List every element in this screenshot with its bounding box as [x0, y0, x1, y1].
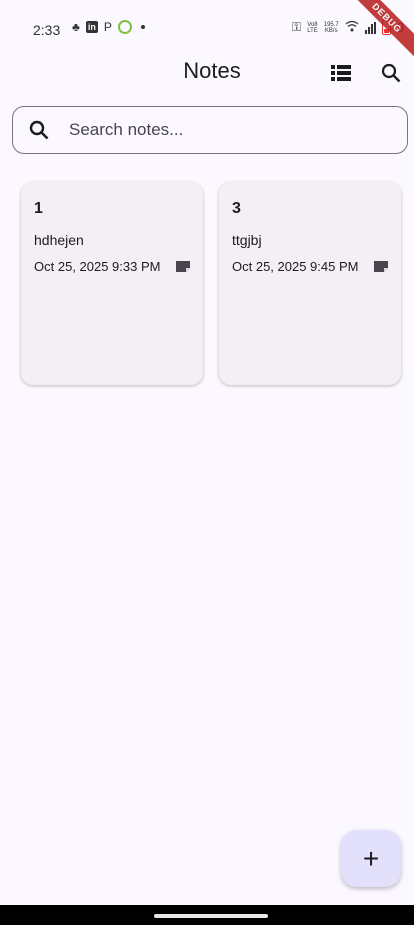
- note-date: Oct 25, 2025 9:45 PM: [232, 259, 359, 274]
- note-card[interactable]: 3 ttgjbj Oct 25, 2025 9:45 PM: [219, 182, 401, 385]
- dot-icon: [140, 25, 145, 29]
- snapchat-icon: ♣: [72, 20, 80, 34]
- note-card[interactable]: 1 hdhejen Oct 25, 2025 9:33 PM: [21, 182, 203, 385]
- note-meta: Oct 25, 2025 9:45 PM: [232, 259, 388, 274]
- system-nav-bar: [0, 905, 414, 925]
- list-view-icon: [331, 65, 351, 81]
- note-body: hdhejen: [34, 232, 84, 248]
- rec-icon: [117, 20, 132, 34]
- status-time: 2:33: [33, 22, 61, 38]
- note-meta: Oct 25, 2025 9:33 PM: [34, 259, 190, 274]
- volte-indicator: Vo8 LTE: [307, 21, 318, 34]
- note-icon: [175, 261, 190, 273]
- app-bar: Notes: [0, 48, 414, 98]
- note-title: 1: [34, 200, 43, 217]
- pinterest-icon: P: [103, 20, 112, 34]
- vpn-key-icon: ⚿: [292, 20, 302, 34]
- search-icon: [27, 118, 51, 142]
- search-input[interactable]: [67, 119, 371, 141]
- note-title: 3: [232, 200, 241, 217]
- add-note-button[interactable]: +: [341, 830, 401, 887]
- add-icon: +: [362, 842, 380, 874]
- linkedin-icon: in: [85, 21, 98, 33]
- status-notification-icons: ♣ in P: [72, 20, 145, 34]
- note-date: Oct 25, 2025 9:33 PM: [34, 259, 161, 274]
- search-field[interactable]: [12, 106, 408, 154]
- signal-icon: [364, 21, 376, 34]
- status-bar: 2:33 ♣ in P ⚿ Vo8 LTE 195.7 KB/s 9 DEBUG: [0, 0, 414, 63]
- note-body: ttgjbj: [232, 232, 262, 248]
- note-icon: [373, 261, 388, 273]
- data-speed: 195.7 KB/s: [323, 21, 339, 34]
- home-gesture-handle[interactable]: [154, 914, 268, 918]
- wifi-icon: [345, 20, 359, 35]
- search-button[interactable]: [376, 58, 406, 88]
- view-toggle-button[interactable]: [326, 60, 356, 86]
- search-icon: [381, 63, 401, 83]
